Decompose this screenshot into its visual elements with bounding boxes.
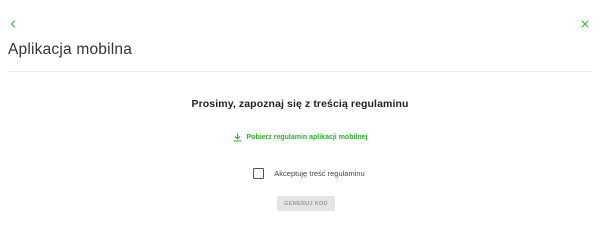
generate-code-button[interactable]: GENERUJ KOD <box>277 196 335 211</box>
download-icon <box>232 129 242 147</box>
chevron-left-icon <box>9 15 17 33</box>
accept-terms-checkbox[interactable] <box>253 168 265 179</box>
back-button[interactable] <box>7 18 19 30</box>
terms-heading: Prosimy, zapoznaj się z treścią regulami… <box>191 98 409 110</box>
close-button[interactable] <box>579 18 591 30</box>
download-terms-link[interactable]: Pobierz regulamin aplikacji mobilnej <box>232 129 368 147</box>
download-terms-label: Pobierz regulamin aplikacji mobilnej <box>246 134 368 141</box>
accept-terms-row: Akceptuję treść regulaminu <box>253 168 365 179</box>
page-title: Aplikacja mobilna <box>8 41 133 58</box>
close-icon <box>581 15 589 33</box>
accept-terms-label[interactable]: Akceptuję treść regulaminu <box>274 169 364 179</box>
terms-panel: Prosimy, zapoznaj się z treścią regulami… <box>0 97 600 211</box>
header-divider <box>8 71 592 72</box>
